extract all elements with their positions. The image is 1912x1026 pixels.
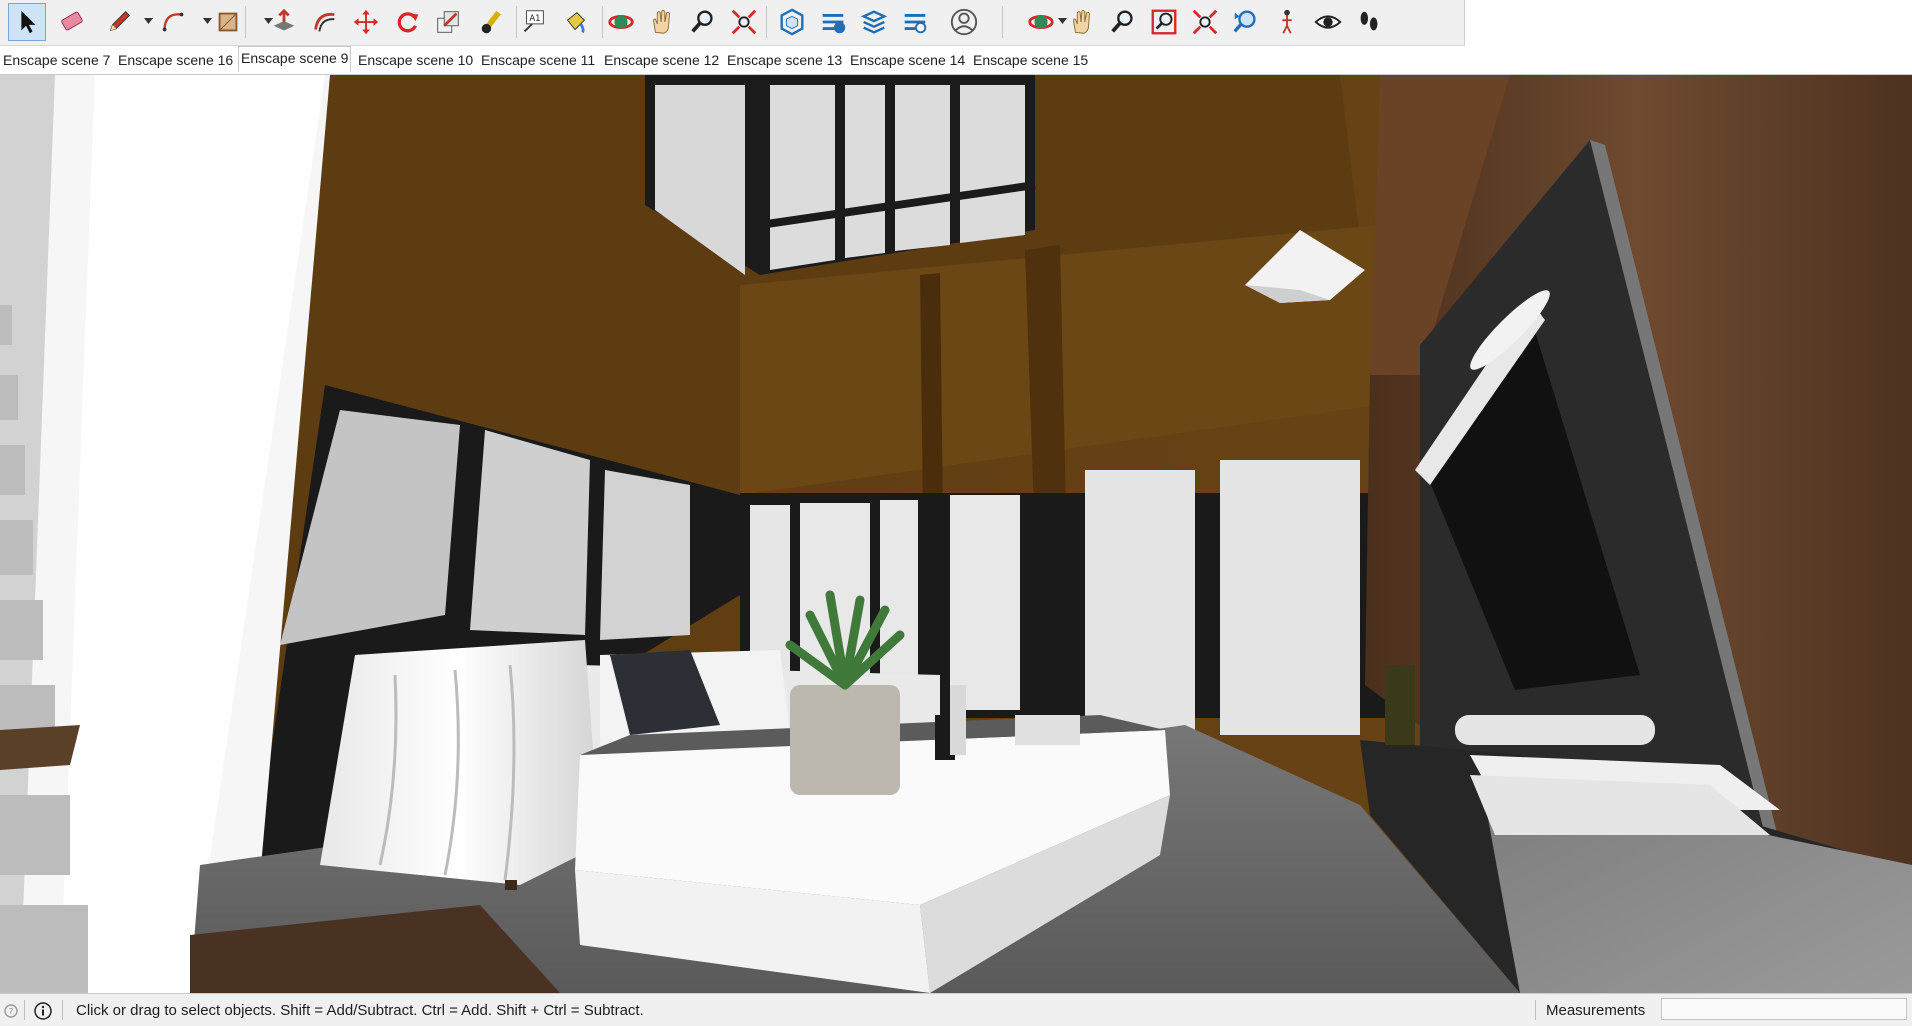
info-icon[interactable] <box>34 1002 52 1020</box>
tab-enscape-scene-13[interactable]: Enscape scene 13 <box>725 49 844 71</box>
scene-tabs: Enscape scene 7 Enscape scene 16 Enscape… <box>0 46 1912 75</box>
main-toolbar: A1 <box>0 0 1465 46</box>
scale-tool-button[interactable] <box>429 3 467 41</box>
geo-location-icon[interactable]: ? <box>2 1002 20 1020</box>
text-icon: A1 <box>523 10 544 33</box>
svg-text:A1: A1 <box>529 13 540 23</box>
tape-measure-icon <box>481 10 501 34</box>
select-tool-button[interactable] <box>8 3 46 41</box>
status-bar: ? Click or drag to select objects. Shift… <box>0 993 1912 1026</box>
tab-enscape-scene-16[interactable]: Enscape scene 16 <box>116 49 235 71</box>
measurements-input[interactable] <box>1661 998 1907 1020</box>
zoom-extents-icon <box>1192 9 1218 35</box>
pan-2-tool-button[interactable] <box>1063 3 1101 41</box>
scale-icon <box>437 11 459 33</box>
zoom-extents-2-tool-button[interactable] <box>1186 3 1224 41</box>
zoom-window-tool-button[interactable] <box>1145 3 1183 41</box>
model-viewport[interactable] <box>0 75 1912 993</box>
status-divider <box>24 1000 25 1020</box>
previous-view-icon <box>1233 10 1256 33</box>
status-divider <box>62 1000 63 1020</box>
tab-enscape-scene-12[interactable]: Enscape scene 12 <box>602 49 721 71</box>
rotate-tool-button[interactable] <box>388 3 426 41</box>
account-tool-button[interactable] <box>945 3 983 41</box>
push-pull-tool-button[interactable] <box>265 3 303 41</box>
zoom-tool-button[interactable] <box>684 3 722 41</box>
text-tool-button[interactable]: A1 <box>515 3 553 41</box>
interior-scene-render <box>0 75 1912 993</box>
tab-enscape-scene-7[interactable]: Enscape scene 7 <box>1 49 112 71</box>
paint-bucket-icon <box>566 11 586 34</box>
status-divider <box>1535 1000 1536 1020</box>
offset-icon <box>314 12 335 32</box>
tab-enscape-scene-11[interactable]: Enscape scene 11 <box>479 49 597 71</box>
pan-tool-button[interactable] <box>643 3 681 41</box>
zoom-extents-icon <box>731 9 757 35</box>
orbit-icon <box>1028 14 1054 30</box>
paint-bucket-tool-button[interactable] <box>556 3 594 41</box>
look-around-eye-icon <box>1314 15 1342 29</box>
position-camera-tool-button[interactable] <box>1268 3 1306 41</box>
look-around-tool-button[interactable] <box>1309 3 1347 41</box>
arc-icon <box>162 12 184 32</box>
extension-warehouse-tool-button[interactable] <box>855 3 893 41</box>
tab-enscape-scene-9[interactable]: Enscape scene 9 <box>238 46 352 72</box>
chevron-down-icon[interactable] <box>143 15 153 27</box>
toolbar-separator <box>1002 6 1003 38</box>
line-tool-button[interactable] <box>101 3 139 41</box>
move-icon <box>353 9 379 35</box>
toolbar-separator <box>245 6 246 38</box>
move-tool-button[interactable] <box>347 3 385 41</box>
account-icon <box>950 8 978 36</box>
position-camera-icon <box>1282 9 1292 34</box>
share-model-icon <box>822 14 846 34</box>
eraser-tool-button[interactable] <box>53 3 91 41</box>
offset-tool-button[interactable] <box>306 3 344 41</box>
zoom-extents-tool-button[interactable] <box>725 3 763 41</box>
rotate-icon <box>397 12 419 33</box>
share-model-tool-button[interactable] <box>814 3 852 41</box>
zoom-icon <box>1111 10 1133 33</box>
pan-hand-icon <box>653 9 670 34</box>
zoom-2-tool-button[interactable] <box>1104 3 1142 41</box>
extension-manager-tool-button[interactable] <box>896 3 934 41</box>
svg-text:?: ? <box>9 1008 14 1018</box>
rectangle-tool-button[interactable] <box>209 3 247 41</box>
orbit-icon <box>608 14 634 30</box>
toolbar-separator <box>516 6 517 38</box>
tab-enscape-scene-15[interactable]: Enscape scene 15 <box>971 49 1090 71</box>
select-arrow-icon <box>21 10 36 34</box>
walk-tool-button[interactable] <box>1350 3 1388 41</box>
tab-enscape-scene-14[interactable]: Enscape scene 14 <box>848 49 967 71</box>
rectangle-icon <box>218 12 238 32</box>
orbit-tool-button[interactable] <box>602 3 640 41</box>
tape-measure-tool-button[interactable] <box>474 3 512 41</box>
arc-tool-button[interactable] <box>155 3 193 41</box>
measurements-label: Measurements <box>1546 1002 1646 1019</box>
tab-enscape-scene-10[interactable]: Enscape scene 10 <box>356 49 475 71</box>
pan-hand-icon <box>1073 9 1090 34</box>
extension-manager-icon <box>904 14 927 34</box>
extension-warehouse-icon <box>860 10 888 34</box>
orbit-2-tool-button[interactable] <box>1022 3 1060 41</box>
zoom-icon <box>691 10 713 33</box>
eraser-icon <box>61 11 83 31</box>
status-message: Click or drag to select objects. Shift =… <box>76 1002 644 1019</box>
previous-view-tool-button[interactable] <box>1227 3 1265 41</box>
toolbar-separator <box>766 6 767 38</box>
toolbar-separator <box>602 6 603 38</box>
zoom-window-icon <box>1151 9 1177 35</box>
push-pull-icon <box>273 8 295 31</box>
warehouse-tool-button[interactable] <box>773 3 811 41</box>
pencil-icon <box>109 11 131 32</box>
3d-warehouse-icon <box>780 8 804 36</box>
walk-footprints-icon <box>1360 11 1378 31</box>
